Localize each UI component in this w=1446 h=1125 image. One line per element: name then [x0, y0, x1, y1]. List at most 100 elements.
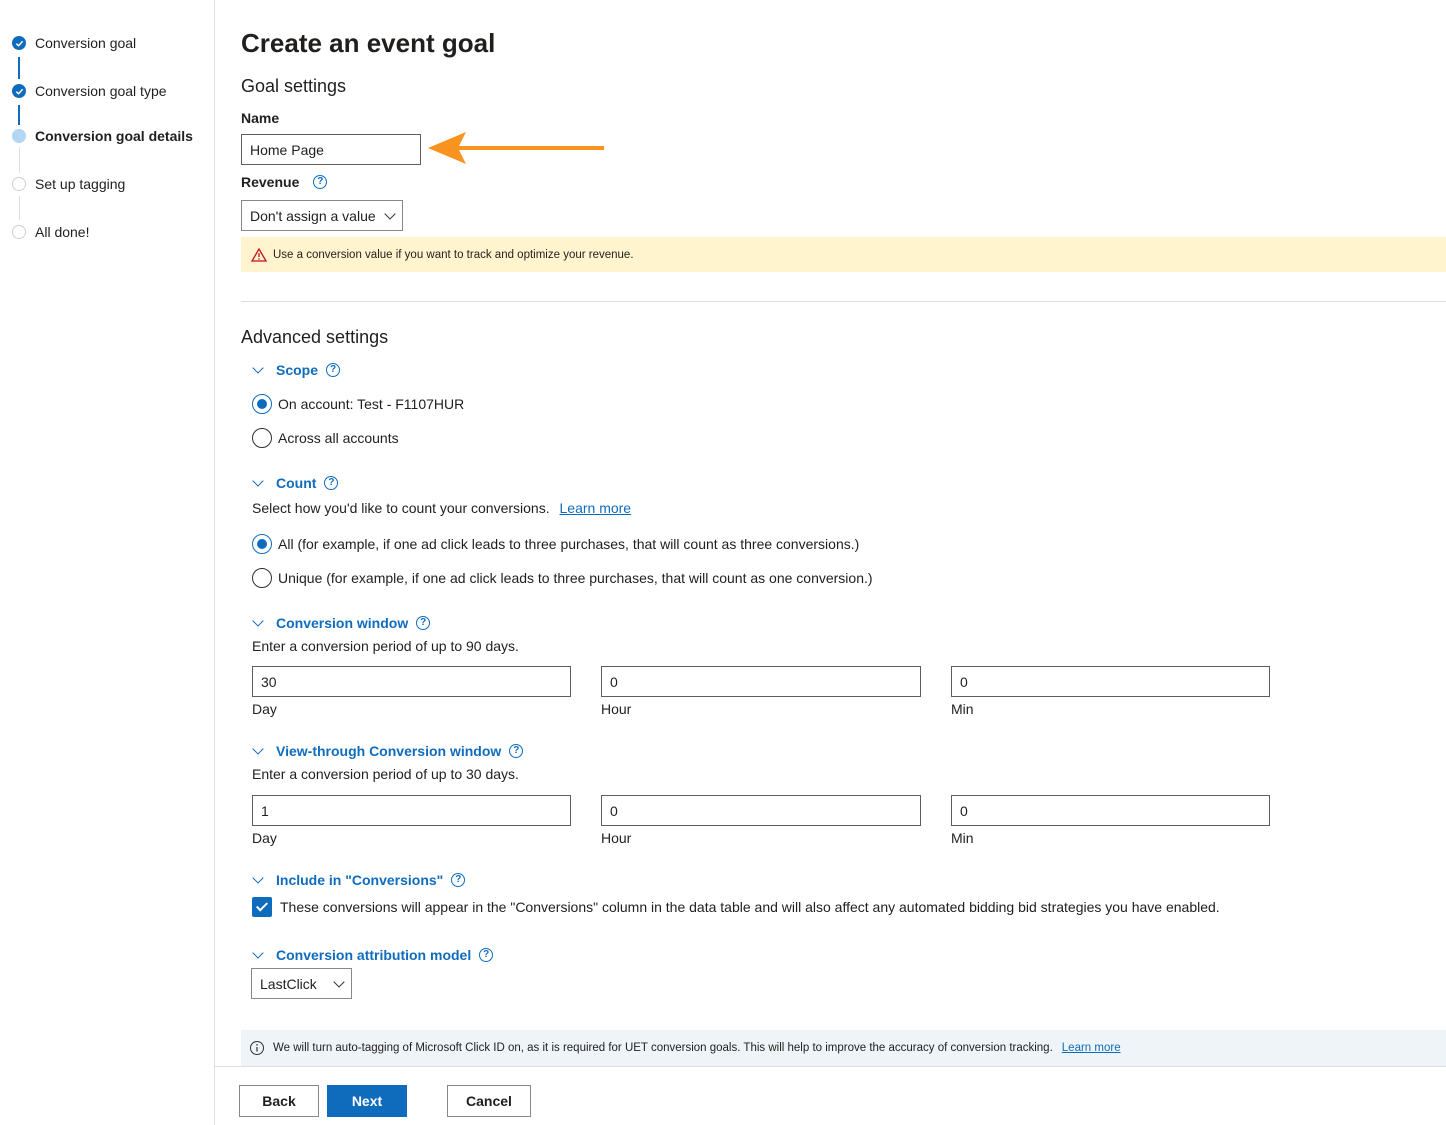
checkmark-icon: [255, 899, 269, 912]
help-icon[interactable]: ?: [509, 744, 524, 758]
help-icon[interactable]: ?: [326, 363, 341, 377]
include-checkbox[interactable]: [252, 897, 272, 917]
auto-tagging-info-bar: We will turn auto-tagging of Microsoft C…: [241, 1030, 1446, 1066]
back-button[interactable]: Back: [239, 1085, 319, 1117]
scope-section-toggle[interactable]: Scope ?: [251, 360, 341, 380]
warning-text: Use a conversion value if you want to tr…: [273, 248, 634, 261]
warning-icon: [251, 247, 267, 262]
include-title: Include in "Conversions": [276, 872, 444, 888]
scope-option-all-accounts[interactable]: Across all accounts: [252, 427, 399, 449]
step-all-done[interactable]: All done!: [12, 222, 89, 242]
radio-button[interactable]: [252, 394, 272, 414]
view-through-day-input[interactable]: 1: [252, 795, 571, 826]
page-title: Create an event goal: [241, 28, 496, 58]
current-step-dot-icon: [12, 129, 26, 143]
attribution-model-dropdown[interactable]: LastClick: [251, 968, 352, 999]
step-conversion-goal[interactable]: Conversion goal: [12, 33, 136, 53]
goal-name-input[interactable]: Home Page: [241, 134, 421, 165]
step-label: All done!: [35, 224, 90, 240]
help-icon[interactable]: ?: [451, 873, 466, 887]
conversion-window-day-input[interactable]: 30: [252, 666, 571, 697]
radio-label: Across all accounts: [278, 430, 399, 446]
count-section-toggle[interactable]: Count ?: [251, 473, 339, 493]
scope-title: Scope: [276, 362, 319, 378]
revenue-dropdown-value: Don't assign a value: [250, 207, 376, 224]
chevron-down-icon: [333, 975, 345, 988]
section-divider: [241, 301, 1446, 302]
conversion-window-title: Conversion window: [276, 615, 409, 631]
radio-button[interactable]: [252, 568, 272, 588]
step-connector: [19, 147, 20, 173]
info-icon: [250, 1041, 264, 1055]
check-circle-icon: [12, 84, 26, 98]
chevron-down-icon: [252, 362, 264, 374]
chevron-down-icon: [252, 475, 264, 487]
include-section-toggle[interactable]: Include in "Conversions" ?: [251, 870, 466, 890]
revenue-dropdown[interactable]: Don't assign a value: [241, 200, 403, 231]
radio-label: On account: Test - F1107HUR: [278, 396, 465, 412]
include-checkbox-row[interactable]: These conversions will appear in the "Co…: [252, 897, 1220, 917]
revenue-label: Revenue: [241, 174, 300, 190]
attribution-section-toggle[interactable]: Conversion attribution model ?: [251, 945, 494, 965]
step-connector: [18, 57, 20, 79]
conversion-window-description: Enter a conversion period of up to 90 da…: [252, 638, 519, 654]
info-learn-more-link[interactable]: Learn more: [1062, 1042, 1121, 1054]
help-icon[interactable]: ?: [416, 616, 431, 630]
help-icon[interactable]: ?: [313, 175, 328, 189]
count-learn-more-link[interactable]: Learn more: [560, 500, 632, 516]
step-label: Conversion goal details: [35, 128, 193, 144]
radio-label: Unique (for example, if one ad click lea…: [278, 570, 873, 586]
chevron-down-icon: [252, 947, 264, 959]
cancel-button[interactable]: Cancel: [447, 1085, 531, 1117]
advanced-settings-heading: Advanced settings: [241, 327, 389, 347]
help-icon[interactable]: ?: [324, 476, 339, 490]
hour-label: Hour: [601, 830, 632, 846]
step-label: Conversion goal: [35, 35, 137, 51]
help-icon[interactable]: ?: [479, 948, 494, 962]
include-checkbox-label: These conversions will appear in the "Co…: [280, 899, 1220, 915]
name-label: Name: [241, 110, 280, 126]
empty-circle-icon: [12, 225, 26, 239]
step-conversion-goal-type[interactable]: Conversion goal type: [12, 81, 167, 101]
step-conversion-goal-details[interactable]: Conversion goal details: [12, 126, 193, 146]
view-through-description: Enter a conversion period of up to 30 da…: [252, 766, 519, 782]
count-description-row: Select how you'd like to count your conv…: [252, 500, 631, 516]
day-label: Day: [252, 830, 277, 846]
step-label: Conversion goal type: [35, 83, 167, 99]
radio-button[interactable]: [252, 534, 272, 554]
step-set-up-tagging[interactable]: Set up tagging: [12, 174, 125, 194]
view-through-hour-input[interactable]: 0: [601, 795, 921, 826]
attribution-dropdown-value: LastClick: [260, 975, 317, 992]
min-label: Min: [951, 701, 974, 717]
revenue-warning-bar: Use a conversion value if you want to tr…: [241, 237, 1446, 272]
annotation-arrow-icon: [428, 132, 604, 164]
chevron-down-icon: [252, 743, 264, 755]
goal-settings-heading: Goal settings: [241, 76, 347, 96]
scope-option-account[interactable]: On account: Test - F1107HUR: [252, 393, 464, 415]
step-connector: [18, 105, 20, 125]
conversion-window-min-input[interactable]: 0: [951, 666, 1270, 697]
next-button[interactable]: Next: [327, 1085, 407, 1117]
radio-button[interactable]: [252, 428, 272, 448]
view-through-section-toggle[interactable]: View-through Conversion window ?: [251, 741, 524, 761]
chevron-down-icon: [252, 615, 264, 627]
step-label: Set up tagging: [35, 176, 126, 192]
footer-divider: [215, 1066, 1446, 1067]
min-label: Min: [951, 830, 974, 846]
empty-circle-icon: [12, 177, 26, 191]
info-text: We will turn auto-tagging of Microsoft C…: [273, 1042, 1053, 1054]
count-title: Count: [276, 475, 317, 491]
chevron-down-icon: [252, 872, 264, 884]
view-through-title: View-through Conversion window: [276, 743, 502, 759]
conversion-window-section-toggle[interactable]: Conversion window ?: [251, 613, 431, 633]
count-option-unique[interactable]: Unique (for example, if one ad click lea…: [252, 567, 873, 589]
hour-label: Hour: [601, 701, 632, 717]
check-circle-icon: [12, 36, 26, 50]
day-label: Day: [252, 701, 277, 717]
conversion-window-hour-input[interactable]: 0: [601, 666, 921, 697]
chevron-down-icon: [384, 207, 396, 220]
step-connector: [19, 196, 20, 220]
view-through-min-input[interactable]: 0: [951, 795, 1270, 826]
count-option-all[interactable]: All (for example, if one ad click leads …: [252, 533, 859, 555]
count-description: Select how you'd like to count your conv…: [252, 500, 550, 516]
